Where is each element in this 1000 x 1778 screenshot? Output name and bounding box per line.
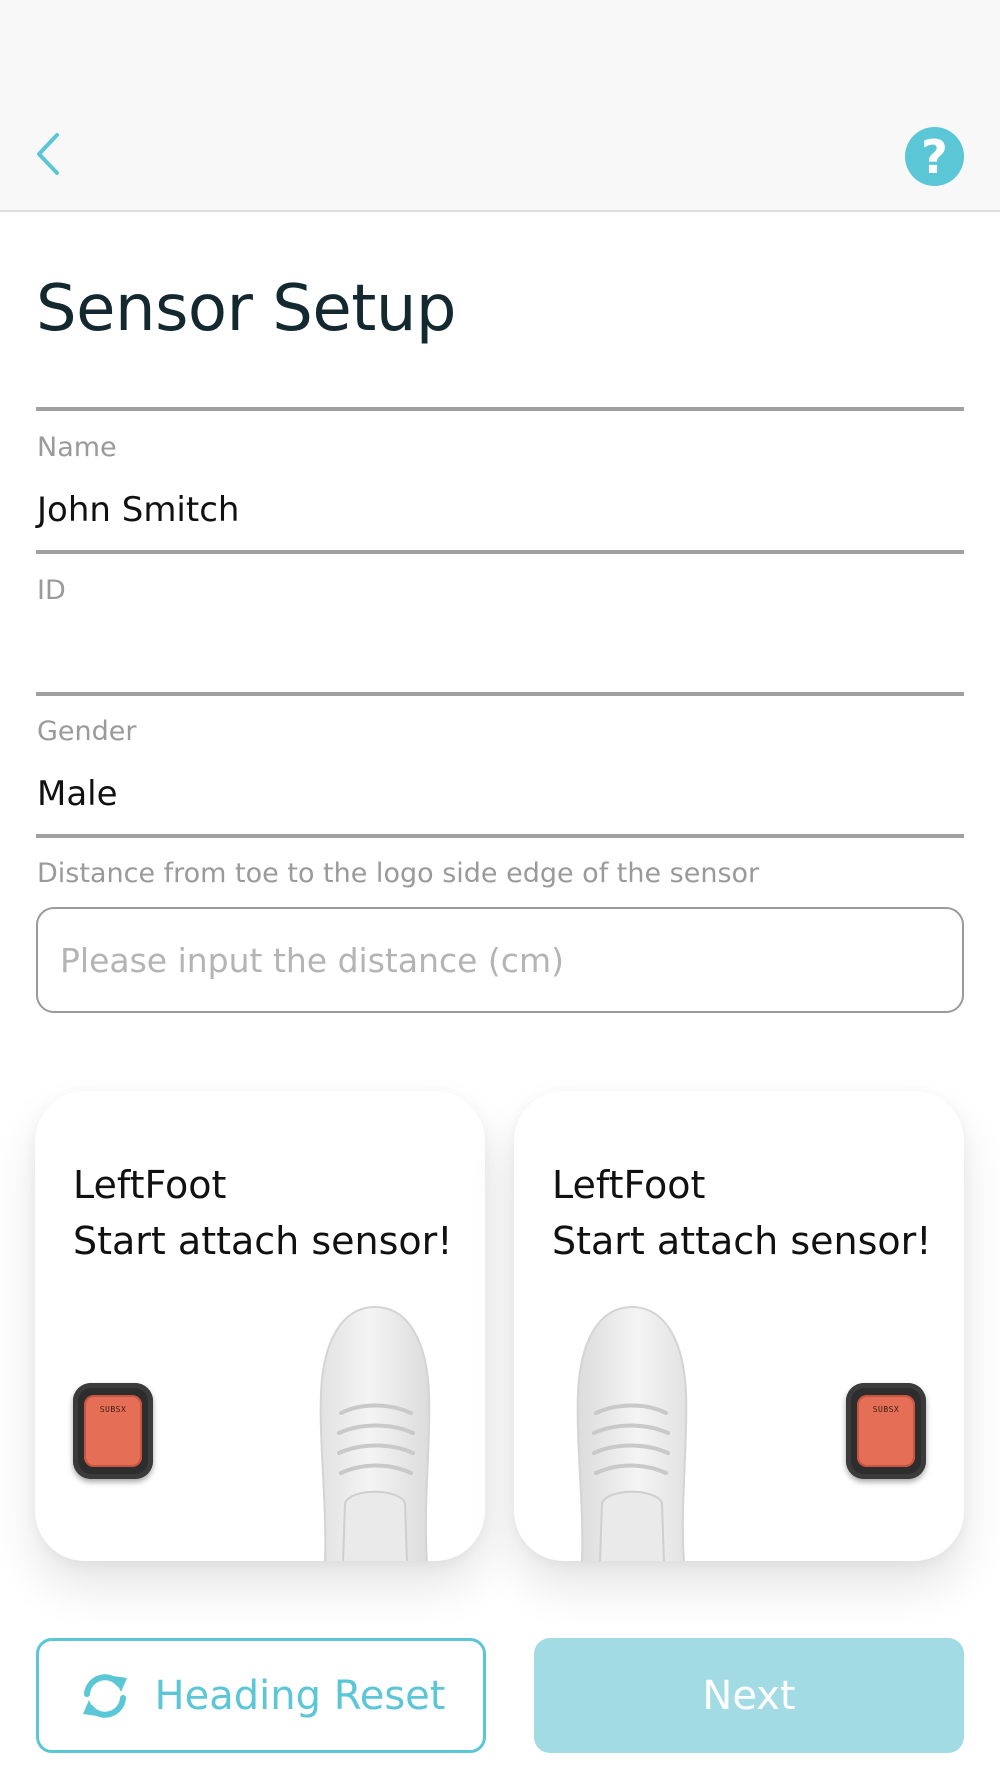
- sensor-image: SUBSX: [73, 1383, 153, 1479]
- help-button[interactable]: ?: [905, 127, 964, 186]
- card-instruction: Start attach sensor!: [73, 1219, 453, 1263]
- name-underline: [36, 550, 964, 554]
- sensor-logo: SUBSX: [99, 1405, 127, 1414]
- heading-reset-label: Heading Reset: [154, 1672, 446, 1719]
- card-foot-label: LeftFoot: [73, 1163, 227, 1207]
- id-underline: [36, 692, 964, 696]
- divider: [36, 407, 964, 411]
- gender-underline: [36, 834, 964, 838]
- top-bar: ?: [0, 0, 1000, 212]
- heading-reset-button[interactable]: Heading Reset: [36, 1638, 486, 1753]
- page-title: Sensor Setup: [36, 272, 457, 346]
- back-button[interactable]: [28, 128, 68, 180]
- card-title: LeftFoot Start attach sensor!: [73, 1157, 453, 1269]
- distance-label: Distance from toe to the logo side edge …: [37, 858, 760, 889]
- name-field[interactable]: John Smitch: [37, 490, 239, 530]
- shoe-image: [576, 1305, 688, 1561]
- gender-label: Gender: [37, 716, 137, 747]
- id-label: ID: [37, 575, 66, 606]
- question-mark-icon: ?: [921, 129, 948, 184]
- sensor-card-1[interactable]: LeftFoot Start attach sensor! SUBSX: [35, 1091, 485, 1561]
- shoe-image: [319, 1305, 431, 1561]
- card-instruction: Start attach sensor!: [552, 1219, 932, 1263]
- next-label: Next: [702, 1672, 796, 1719]
- distance-input[interactable]: [36, 907, 964, 1013]
- refresh-icon: [82, 1673, 127, 1718]
- sensor-face: SUBSX: [84, 1395, 142, 1467]
- gender-field[interactable]: Male: [37, 774, 118, 814]
- chevron-left-icon: [37, 133, 59, 175]
- sensor-image: SUBSX: [846, 1383, 926, 1479]
- next-button[interactable]: Next: [534, 1638, 964, 1753]
- sensor-logo: SUBSX: [872, 1405, 900, 1414]
- sensor-card-2[interactable]: LeftFoot Start attach sensor! SUBSX: [514, 1091, 964, 1561]
- id-field[interactable]: [36, 622, 964, 682]
- sensor-face: SUBSX: [857, 1395, 915, 1467]
- name-label: Name: [37, 432, 117, 463]
- card-title: LeftFoot Start attach sensor!: [552, 1157, 932, 1269]
- card-foot-label: LeftFoot: [552, 1163, 706, 1207]
